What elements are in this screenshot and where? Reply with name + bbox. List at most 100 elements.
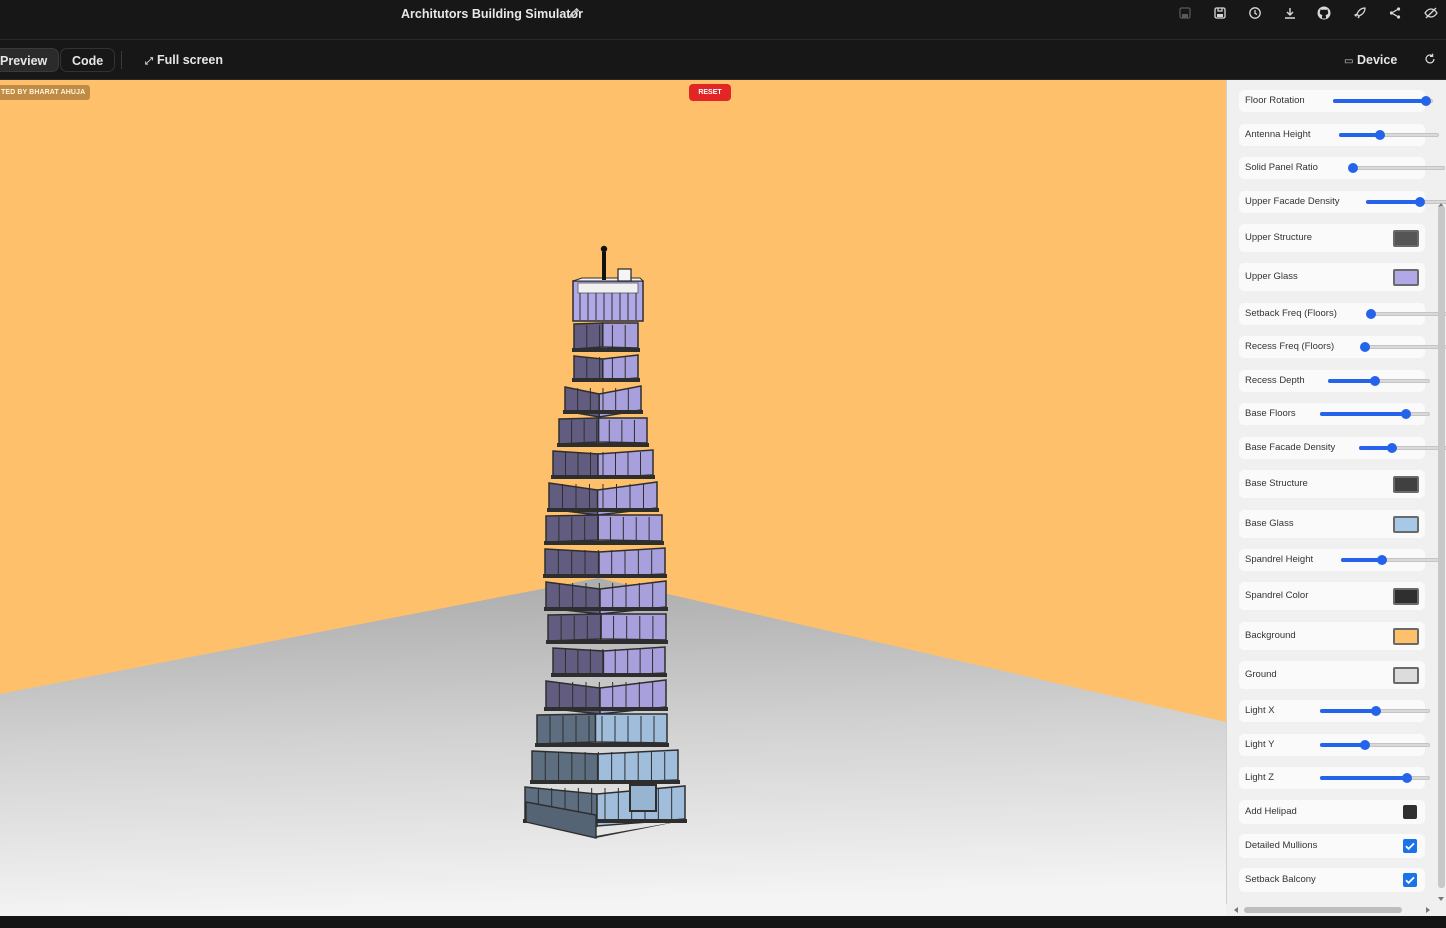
github-icon[interactable] (1316, 5, 1332, 21)
control-label: Light Y (1245, 739, 1275, 750)
horizontal-scrollbar[interactable] (1226, 904, 1446, 916)
solid-panel-ratio-slider[interactable] (1347, 163, 1445, 173)
device-button[interactable]: ▭ Device (1344, 48, 1397, 72)
control-antenna-height: Antenna Height (1239, 124, 1439, 146)
control-label: Light Z (1245, 772, 1275, 783)
recess-freq-slider[interactable] (1359, 342, 1446, 352)
controls-panel: Floor Rotation Antenna Height Solid Panel … (1226, 80, 1446, 916)
setback-freq-slider[interactable] (1365, 309, 1446, 319)
control-label: Upper Structure (1245, 232, 1313, 243)
control-label: Base Facade Density (1245, 442, 1336, 453)
device-label: Device (1357, 53, 1398, 67)
slider-thumb[interactable] (1386, 443, 1397, 453)
reset-button[interactable]: RESET (689, 84, 731, 101)
hide-panel-icon[interactable] (1423, 5, 1439, 21)
save-as-icon[interactable] (1212, 5, 1228, 21)
checkmark-icon (1405, 876, 1415, 885)
slider-thumb[interactable] (1347, 163, 1358, 173)
slider-thumb[interactable] (1360, 740, 1370, 750)
control-label: Recess Depth (1245, 375, 1305, 386)
control-ground: Ground (1239, 661, 1425, 689)
building-scene[interactable] (0, 80, 1226, 916)
slider-thumb[interactable] (1369, 376, 1380, 386)
slider-fill (1333, 99, 1425, 103)
base-facade-density-slider[interactable] (1359, 443, 1446, 453)
control-label: Detailed Mullions (1245, 840, 1318, 851)
base-structure-color-swatch[interactable] (1393, 475, 1419, 493)
recess-depth-slider[interactable] (1328, 376, 1430, 386)
download-icon[interactable] (1282, 5, 1298, 21)
control-spandrel-height: Spandrel Height (1239, 549, 1441, 571)
building-viewport[interactable]: TED BY BHARAT AHUJA RESET (0, 80, 1226, 916)
control-label: Light X (1245, 705, 1275, 716)
scroll-left-arrow-icon[interactable] (1232, 906, 1240, 914)
light-x-slider[interactable] (1320, 706, 1430, 716)
scroll-right-arrow-icon[interactable] (1424, 906, 1432, 914)
ground-color-swatch[interactable] (1393, 666, 1419, 684)
upper-structure-color-swatch[interactable] (1393, 229, 1419, 247)
antenna-height-slider[interactable] (1339, 130, 1439, 140)
floor-rotation-slider[interactable] (1333, 96, 1433, 106)
slider-fill (1359, 446, 1391, 450)
control-light-z: Light Z (1239, 767, 1430, 789)
control-floor-rotation: Floor Rotation (1239, 90, 1433, 112)
base-floors-slider[interactable] (1320, 409, 1430, 419)
slider-fill (1366, 200, 1420, 204)
control-label: Setback Balcony (1245, 874, 1316, 885)
slider-thumb[interactable] (1371, 706, 1381, 716)
edit-pencil-icon[interactable] (567, 6, 581, 20)
slider-fill (1339, 133, 1379, 137)
preview-toolbar: Preview Code ⤢ Full screen ▭ Device (0, 40, 1446, 80)
control-label: Antenna Height (1245, 129, 1311, 140)
control-label: Floor Rotation (1245, 95, 1305, 106)
slider-thumb[interactable] (1400, 409, 1411, 419)
control-label: Spandrel Color (1245, 590, 1309, 601)
upper-facade-density-slider[interactable] (1366, 197, 1446, 207)
tab-code[interactable]: Code (60, 48, 116, 72)
control-upper-facade-density: Upper Facade Density (1239, 191, 1446, 213)
background-color-swatch[interactable] (1393, 627, 1419, 645)
slider-thumb[interactable] (1401, 773, 1412, 783)
light-y-slider[interactable] (1320, 740, 1430, 750)
control-label: Ground (1245, 669, 1277, 680)
control-label: Recess Freq (Floors) (1245, 341, 1335, 352)
control-base-floors: Base Floors (1239, 403, 1430, 425)
add-helipad-checkbox[interactable] (1403, 805, 1417, 819)
slider-fill (1320, 412, 1405, 416)
control-label: Setback Freq (Floors) (1245, 308, 1337, 319)
spandrel-height-slider[interactable] (1341, 555, 1441, 565)
base-glass-color-swatch[interactable] (1393, 515, 1419, 533)
history-icon[interactable] (1247, 5, 1263, 21)
slider-thumb[interactable] (1421, 96, 1431, 106)
share-icon[interactable] (1387, 5, 1403, 21)
control-background: Background (1239, 622, 1425, 650)
deploy-rocket-icon[interactable] (1352, 5, 1368, 21)
panel-scrollbar[interactable] (1438, 206, 1445, 888)
scroll-up-arrow-icon[interactable] (1437, 196, 1445, 207)
scroll-down-arrow-icon[interactable] (1437, 890, 1445, 901)
light-z-slider[interactable] (1320, 773, 1430, 783)
control-base-structure: Base Structure (1239, 470, 1425, 498)
slider-thumb[interactable] (1375, 130, 1385, 140)
control-light-x: Light X (1239, 700, 1430, 722)
horizontal-scroll-thumb[interactable] (1244, 907, 1402, 913)
tab-preview[interactable]: Preview (0, 48, 60, 72)
control-label: Upper Glass (1245, 271, 1298, 282)
control-spandrel-color: Spandrel Color (1239, 582, 1425, 610)
control-light-y: Light Y (1239, 734, 1430, 756)
control-detailed-mullions: Detailed Mullions (1239, 834, 1425, 858)
slider-fill (1320, 743, 1364, 747)
setback-balcony-checkbox[interactable] (1403, 873, 1417, 887)
control-upper-structure: Upper Structure (1239, 224, 1425, 252)
refresh-icon[interactable] (1423, 52, 1439, 68)
slider-thumb[interactable] (1415, 197, 1426, 207)
slider-thumb[interactable] (1377, 555, 1387, 565)
save-icon[interactable] (1177, 5, 1193, 21)
fullscreen-button[interactable]: ⤢ Full screen (135, 48, 234, 72)
spandrel-color-color-swatch[interactable] (1393, 587, 1419, 605)
slider-thumb[interactable] (1359, 342, 1370, 352)
upper-glass-color-swatch[interactable] (1393, 268, 1419, 286)
bottom-strip (0, 916, 1446, 928)
detailed-mullions-checkbox[interactable] (1403, 839, 1417, 853)
slider-thumb[interactable] (1365, 309, 1376, 319)
